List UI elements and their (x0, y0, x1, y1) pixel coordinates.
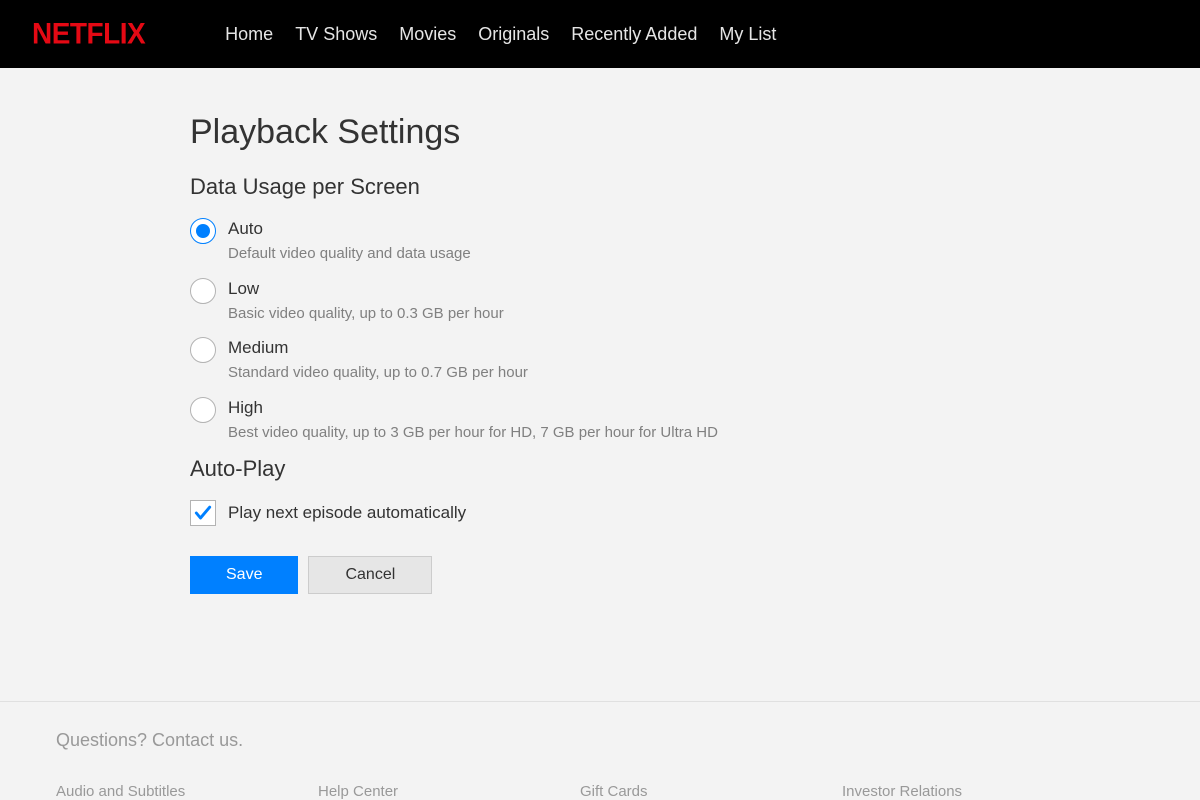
nav-item-recently-added[interactable]: Recently Added (571, 24, 697, 45)
nav-item-originals[interactable]: Originals (478, 24, 549, 45)
radio-description: Basic video quality, up to 0.3 GB per ho… (228, 304, 504, 324)
nav-item-tv-shows[interactable]: TV Shows (295, 24, 377, 45)
settings-content: Playback Settings Data Usage per Screen … (0, 68, 760, 594)
footer-link-audio-subtitles[interactable]: Audio and Subtitles (56, 783, 318, 800)
radio-icon (190, 337, 216, 363)
radio-label: Auto (228, 218, 471, 240)
autoplay-checkbox-row[interactable]: Play next episode automatically (190, 500, 760, 526)
footer-contact[interactable]: Questions? Contact us. (56, 730, 1144, 751)
nav-item-movies[interactable]: Movies (399, 24, 456, 45)
footer-link-help-center[interactable]: Help Center (318, 783, 580, 800)
radio-option-low[interactable]: Low Basic video quality, up to 0.3 GB pe… (190, 278, 760, 324)
footer-link-gift-cards[interactable]: Gift Cards (580, 783, 842, 800)
footer-link-investor-relations[interactable]: Investor Relations (842, 783, 1104, 800)
footer-links: Audio and Subtitles Help Center Gift Car… (56, 783, 1144, 800)
save-button[interactable]: Save (190, 556, 298, 594)
radio-text: High Best video quality, up to 3 GB per … (228, 397, 718, 443)
radio-icon (190, 397, 216, 423)
nav-item-my-list[interactable]: My List (719, 24, 776, 45)
radio-description: Default video quality and data usage (228, 244, 471, 264)
button-row: Save Cancel (190, 556, 760, 594)
radio-description: Standard video quality, up to 0.7 GB per… (228, 363, 528, 383)
check-icon (193, 503, 213, 523)
radio-text: Auto Default video quality and data usag… (228, 218, 471, 264)
data-usage-heading: Data Usage per Screen (190, 174, 760, 200)
radio-option-high[interactable]: High Best video quality, up to 3 GB per … (190, 397, 760, 443)
radio-option-medium[interactable]: Medium Standard video quality, up to 0.7… (190, 337, 760, 383)
radio-label: Medium (228, 337, 528, 359)
radio-description: Best video quality, up to 3 GB per hour … (228, 423, 718, 443)
nav-item-home[interactable]: Home (225, 24, 273, 45)
radio-icon (190, 218, 216, 244)
primary-nav: Home TV Shows Movies Originals Recently … (225, 24, 776, 45)
autoplay-heading: Auto-Play (190, 456, 760, 482)
brand-logo[interactable]: NETFLIX (32, 17, 145, 51)
radio-icon (190, 278, 216, 304)
radio-option-auto[interactable]: Auto Default video quality and data usag… (190, 218, 760, 264)
data-usage-options: Auto Default video quality and data usag… (190, 218, 760, 442)
cancel-button[interactable]: Cancel (308, 556, 432, 594)
autoplay-label: Play next episode automatically (228, 503, 466, 523)
radio-text: Low Basic video quality, up to 0.3 GB pe… (228, 278, 504, 324)
radio-label: Low (228, 278, 504, 300)
top-nav-bar: NETFLIX Home TV Shows Movies Originals R… (0, 0, 1200, 68)
radio-text: Medium Standard video quality, up to 0.7… (228, 337, 528, 383)
page-title: Playback Settings (190, 113, 760, 152)
checkbox-icon (190, 500, 216, 526)
site-footer: Questions? Contact us. Audio and Subtitl… (0, 701, 1200, 800)
radio-label: High (228, 397, 718, 419)
